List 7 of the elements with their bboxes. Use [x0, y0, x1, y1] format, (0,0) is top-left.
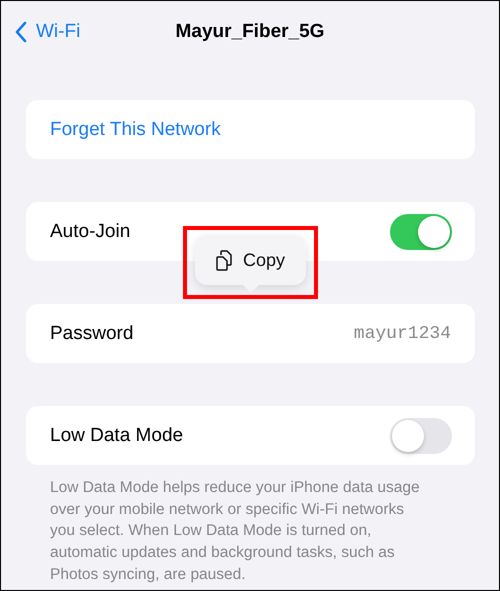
screen-title: Mayur_Fiber_5G	[176, 20, 324, 42]
row-label: Forget This Network	[50, 118, 221, 140]
password-value: mayur1234	[354, 324, 451, 344]
row-label: Low Data Mode	[50, 424, 184, 446]
footer-note: Low Data Mode helps reduce your iPhone data usage over your mobile network or specific Wi-Fi networks you select. When Low Data Mode is turned on, automatic updates and background tasks, such as Photos syncing, are paused.	[49, 478, 421, 585]
row-label: Password	[50, 322, 134, 344]
row-label: Auto-Join	[50, 220, 130, 242]
